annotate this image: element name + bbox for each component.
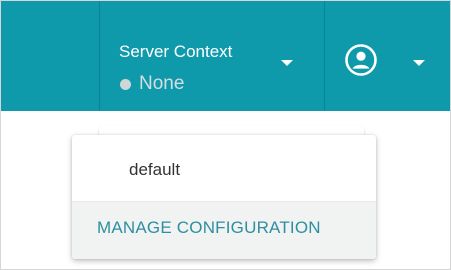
context-option-default[interactable]: default: [72, 135, 376, 201]
server-context-dropdown: default MANAGE CONFIGURATION: [72, 135, 376, 259]
manage-configuration-label: MANAGE CONFIGURATION: [97, 218, 321, 237]
server-context-label: Server Context: [119, 42, 233, 61]
context-option-label: default: [129, 160, 181, 179]
app-frame: Server Context None default MANAGE CONFI…: [0, 0, 451, 270]
status-dot-icon: [120, 79, 131, 90]
caret-down-icon[interactable]: [281, 60, 293, 66]
user-menu-button[interactable]: [325, 1, 450, 111]
server-context-selector[interactable]: Server Context None: [100, 1, 324, 111]
user-circle-icon[interactable]: [344, 43, 378, 77]
server-context-value: None: [139, 73, 185, 94]
caret-down-icon[interactable]: [413, 60, 425, 66]
top-navigation-bar: Server Context None: [1, 1, 450, 111]
manage-configuration-button[interactable]: MANAGE CONFIGURATION: [72, 201, 376, 259]
